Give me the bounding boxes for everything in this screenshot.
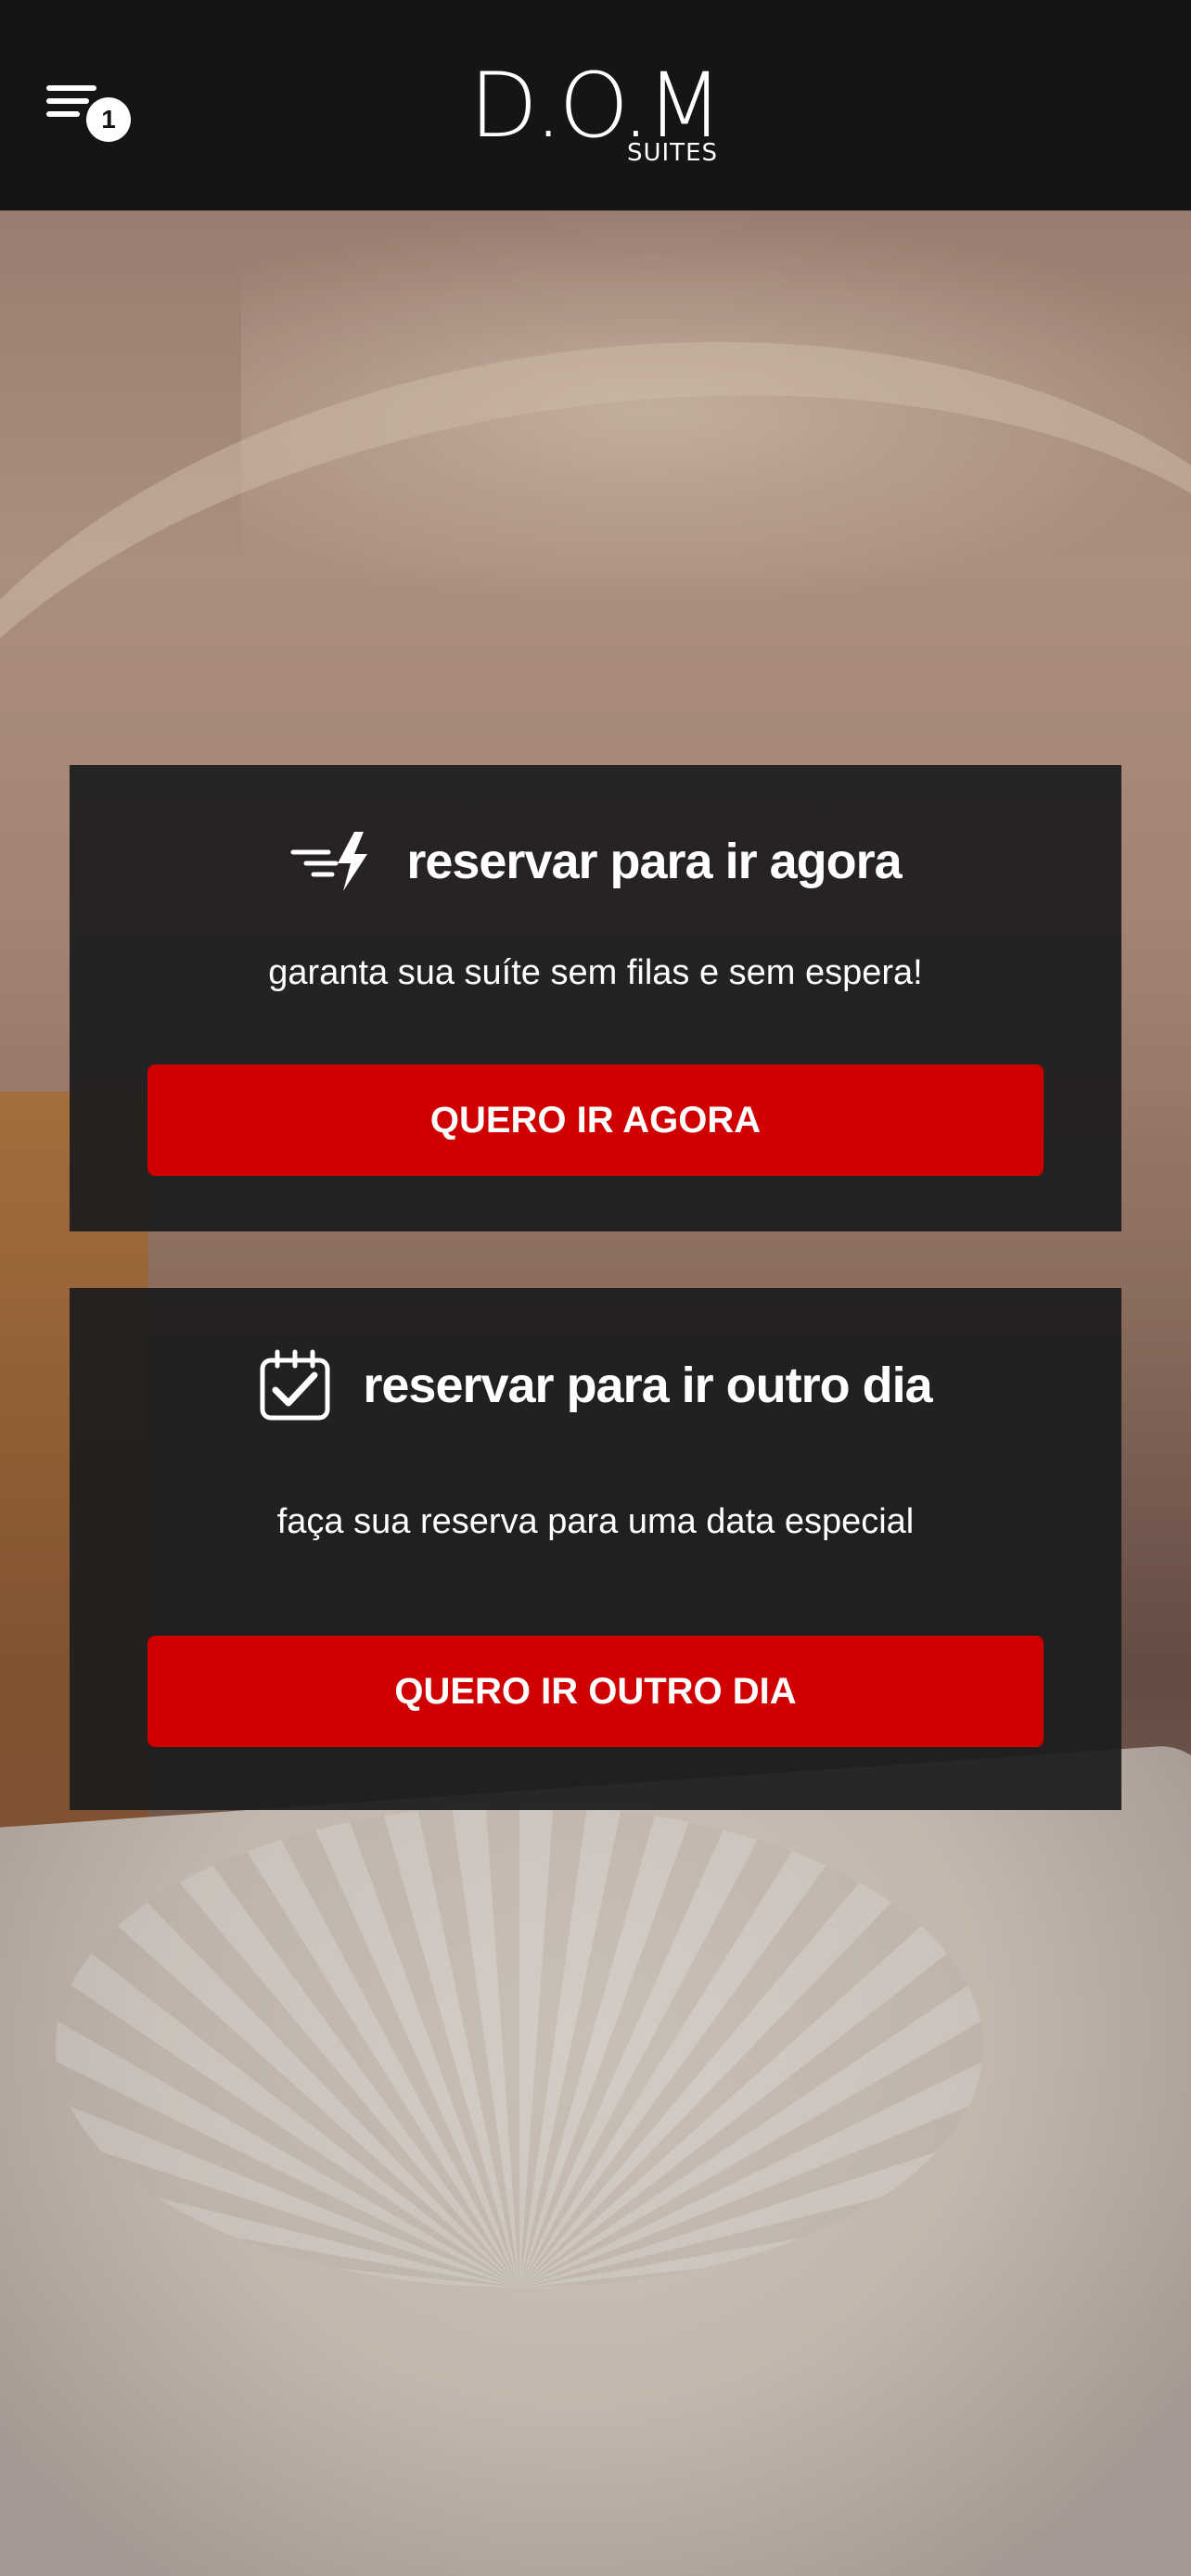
- top-bar: 1 D.O.M SUITES: [0, 0, 1191, 210]
- logo-wordmark: D.O.M: [469, 54, 723, 158]
- card-title-row: reservar para ir agora: [70, 824, 1121, 899]
- menu-badge-count: 1: [86, 97, 131, 142]
- page: 1 D.O.M SUITES reservar para ir agora ga…: [0, 0, 1191, 2576]
- logo-subtitle: SUITES: [626, 139, 718, 167]
- card-subtitle: faça sua reserva para uma data especial: [276, 1502, 915, 1541]
- calendar-check-icon: [259, 1349, 331, 1422]
- fast-lightning-icon: [289, 830, 375, 893]
- book-now-button[interactable]: QUERO IR AGORA: [147, 1065, 1044, 1176]
- card-title: reservar para ir outro dia: [363, 1358, 932, 1413]
- book-other-day-card: reservar para ir outro dia faça sua rese…: [70, 1288, 1121, 1810]
- card-title-row: reservar para ir outro dia: [70, 1345, 1121, 1425]
- book-now-card: reservar para ir agora garanta sua suíte…: [70, 765, 1121, 1231]
- card-subtitle: garanta sua suíte sem filas e sem espera…: [268, 953, 923, 992]
- brand-logo[interactable]: D.O.M SUITES: [469, 54, 723, 167]
- menu-button[interactable]: 1: [45, 82, 137, 147]
- card-title: reservar para ir agora: [406, 834, 902, 889]
- book-other-day-button[interactable]: QUERO IR OUTRO DIA: [147, 1636, 1044, 1747]
